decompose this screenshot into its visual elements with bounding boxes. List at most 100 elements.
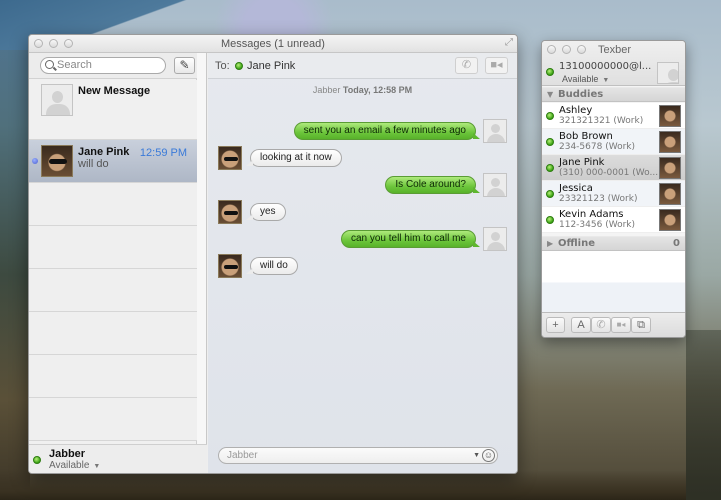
group-count: 0 — [673, 238, 680, 249]
contact-avatar — [41, 145, 73, 177]
conversation-preview: will do — [78, 158, 109, 170]
buddy-list-header: Texber 13100000000@l... Available ▼ — [542, 41, 685, 86]
buddy-item[interactable]: Ashley 321321321 (Work) — [542, 103, 685, 129]
buddy-avatar — [659, 105, 681, 127]
screen-share-button[interactable]: ⧉ — [631, 317, 651, 333]
conversation-empty-slot — [29, 183, 197, 226]
compose-icon: ✎ — [179, 58, 190, 72]
group-name: Buddies — [558, 89, 604, 100]
font-button[interactable]: A — [571, 317, 591, 333]
disclosure-collapsed-icon: ▶ — [547, 239, 554, 248]
wallpaper-trees — [0, 470, 721, 500]
messages-titlebar[interactable]: Messages (1 unread) ⤢ — [29, 35, 517, 53]
buddy-name: Jessica — [559, 183, 593, 194]
audio-call-button[interactable]: ✆ — [591, 317, 611, 333]
account-status-bar[interactable]: Jabber Available ▼ — [29, 444, 207, 473]
add-buddy-button[interactable]: + — [546, 317, 565, 333]
buddy-item-selected[interactable]: Jane Pink (310) 000-0001 (Wo... — [542, 155, 685, 181]
message-input[interactable]: Jabber ▼ ☺ — [218, 447, 498, 464]
audio-call-button[interactable]: ✆ — [455, 57, 478, 74]
contact-avatar — [218, 146, 242, 170]
buddy-avatar — [659, 209, 681, 231]
conversation-empty-slot — [29, 269, 197, 312]
message-bubble[interactable]: yes — [246, 203, 286, 221]
account-status[interactable]: Available ▼ — [49, 460, 100, 471]
message-bubble[interactable]: can you tell him to call me — [340, 230, 481, 248]
screen-share-icon: ⧉ — [637, 319, 645, 331]
conversation-time: 12:59 PM — [139, 147, 187, 159]
message-input-placeholder: Jabber — [227, 450, 258, 461]
message-bubble[interactable]: looking at it now — [246, 149, 342, 167]
emoji-icon[interactable]: ☺ — [482, 449, 495, 462]
my-avatar — [483, 173, 507, 197]
sidebar-scrollbar[interactable] — [197, 53, 207, 445]
recipient-bar: To: Jane Pink ✆ ■◂ — [208, 53, 517, 79]
chat-date: Today, 12:58 PM — [342, 85, 413, 95]
buddy-list-window: Texber 13100000000@l... Available ▼ ▼ Bud… — [541, 40, 686, 338]
generic-avatar — [41, 84, 73, 116]
buddy-avatar — [659, 131, 681, 153]
recipient-name[interactable]: Jane Pink — [247, 60, 295, 72]
buddy-item[interactable]: Bob Brown 234-5678 (Work) — [542, 129, 685, 155]
buddy-info: (310) 000-0001 (Wo... — [559, 168, 659, 178]
contact-avatar — [218, 200, 242, 224]
my-avatar — [483, 227, 507, 251]
video-call-button[interactable]: ■◂ — [611, 317, 631, 333]
buddy-name: Jane Pink — [559, 157, 605, 168]
chevron-down-icon: ▼ — [93, 463, 101, 470]
my-avatar — [483, 119, 507, 143]
message-bubble[interactable]: sent you an email a few minutes ago — [293, 122, 481, 140]
chevron-down-icon: ▼ — [602, 77, 610, 84]
phone-icon: ✆ — [596, 319, 606, 331]
conversation-empty-slot — [29, 398, 197, 441]
minimize-button[interactable] — [562, 45, 571, 54]
buddy-list-empty-area — [542, 251, 685, 314]
conversation-empty-slot — [29, 226, 197, 269]
search-placeholder: Search — [57, 59, 92, 71]
message-row-outgoing: sent you an email a few minutes ago — [208, 119, 517, 144]
online-status-icon — [546, 164, 554, 172]
zoom-button[interactable] — [577, 45, 586, 54]
message-row-incoming: will do — [208, 254, 517, 279]
desktop-wallpaper — [0, 0, 30, 500]
online-status-icon — [546, 112, 554, 120]
video-call-button[interactable]: ■◂ — [485, 57, 508, 74]
search-input[interactable]: Search — [40, 57, 166, 74]
message-row-outgoing: can you tell him to call me — [208, 227, 517, 252]
search-icon — [45, 60, 54, 69]
conversation-item-jane-pink[interactable]: Jane Pink will do 12:59 PM — [29, 140, 197, 183]
account-status-label: Available — [562, 74, 599, 84]
conversation-empty-slot — [29, 355, 197, 398]
close-button[interactable] — [547, 45, 556, 54]
message-bubble[interactable]: Is Cole around? — [385, 176, 480, 194]
buddy-item[interactable]: Jessica 23321123 (Work) — [542, 181, 685, 207]
compose-button[interactable]: ✎ — [174, 57, 195, 74]
online-status-icon — [546, 190, 554, 198]
message-bubble[interactable]: will do — [246, 257, 298, 275]
group-header-offline[interactable]: ▶ Offline 0 — [542, 236, 685, 251]
phone-icon: ✆ — [461, 59, 472, 71]
account-id: 13100000000@l... — [559, 61, 652, 72]
zoom-button[interactable] — [64, 39, 73, 48]
buddy-item[interactable]: Kevin Adams 112-3456 (Work) — [542, 207, 685, 233]
buddy-avatar — [659, 183, 681, 205]
fullscreen-icon[interactable]: ⤢ — [505, 37, 513, 48]
chevron-down-icon[interactable]: ▼ — [473, 448, 480, 463]
my-avatar[interactable] — [657, 62, 679, 84]
buddy-info: 234-5678 (Work) — [559, 142, 636, 152]
close-button[interactable] — [34, 39, 43, 48]
unread-dot — [32, 158, 38, 164]
account-status-select[interactable]: Available ▼ — [562, 74, 609, 84]
buddy-name: Bob Brown — [559, 131, 613, 142]
group-header-buddies[interactable]: ▼ Buddies — [542, 87, 685, 102]
message-row-incoming: yes — [208, 200, 517, 225]
disclosure-expanded-icon: ▼ — [547, 90, 554, 99]
online-status-icon — [546, 68, 554, 76]
buddy-toolbar: + A ✆ ■◂ ⧉ — [542, 312, 685, 337]
conversation-item-new-message[interactable]: New Message — [29, 80, 197, 140]
video-camera-icon: ■◂ — [490, 59, 503, 71]
buddy-info: 23321123 (Work) — [559, 194, 638, 204]
minimize-button[interactable] — [49, 39, 58, 48]
buddy-name: Ashley — [559, 105, 593, 116]
conversation-empty-slot — [29, 312, 197, 355]
